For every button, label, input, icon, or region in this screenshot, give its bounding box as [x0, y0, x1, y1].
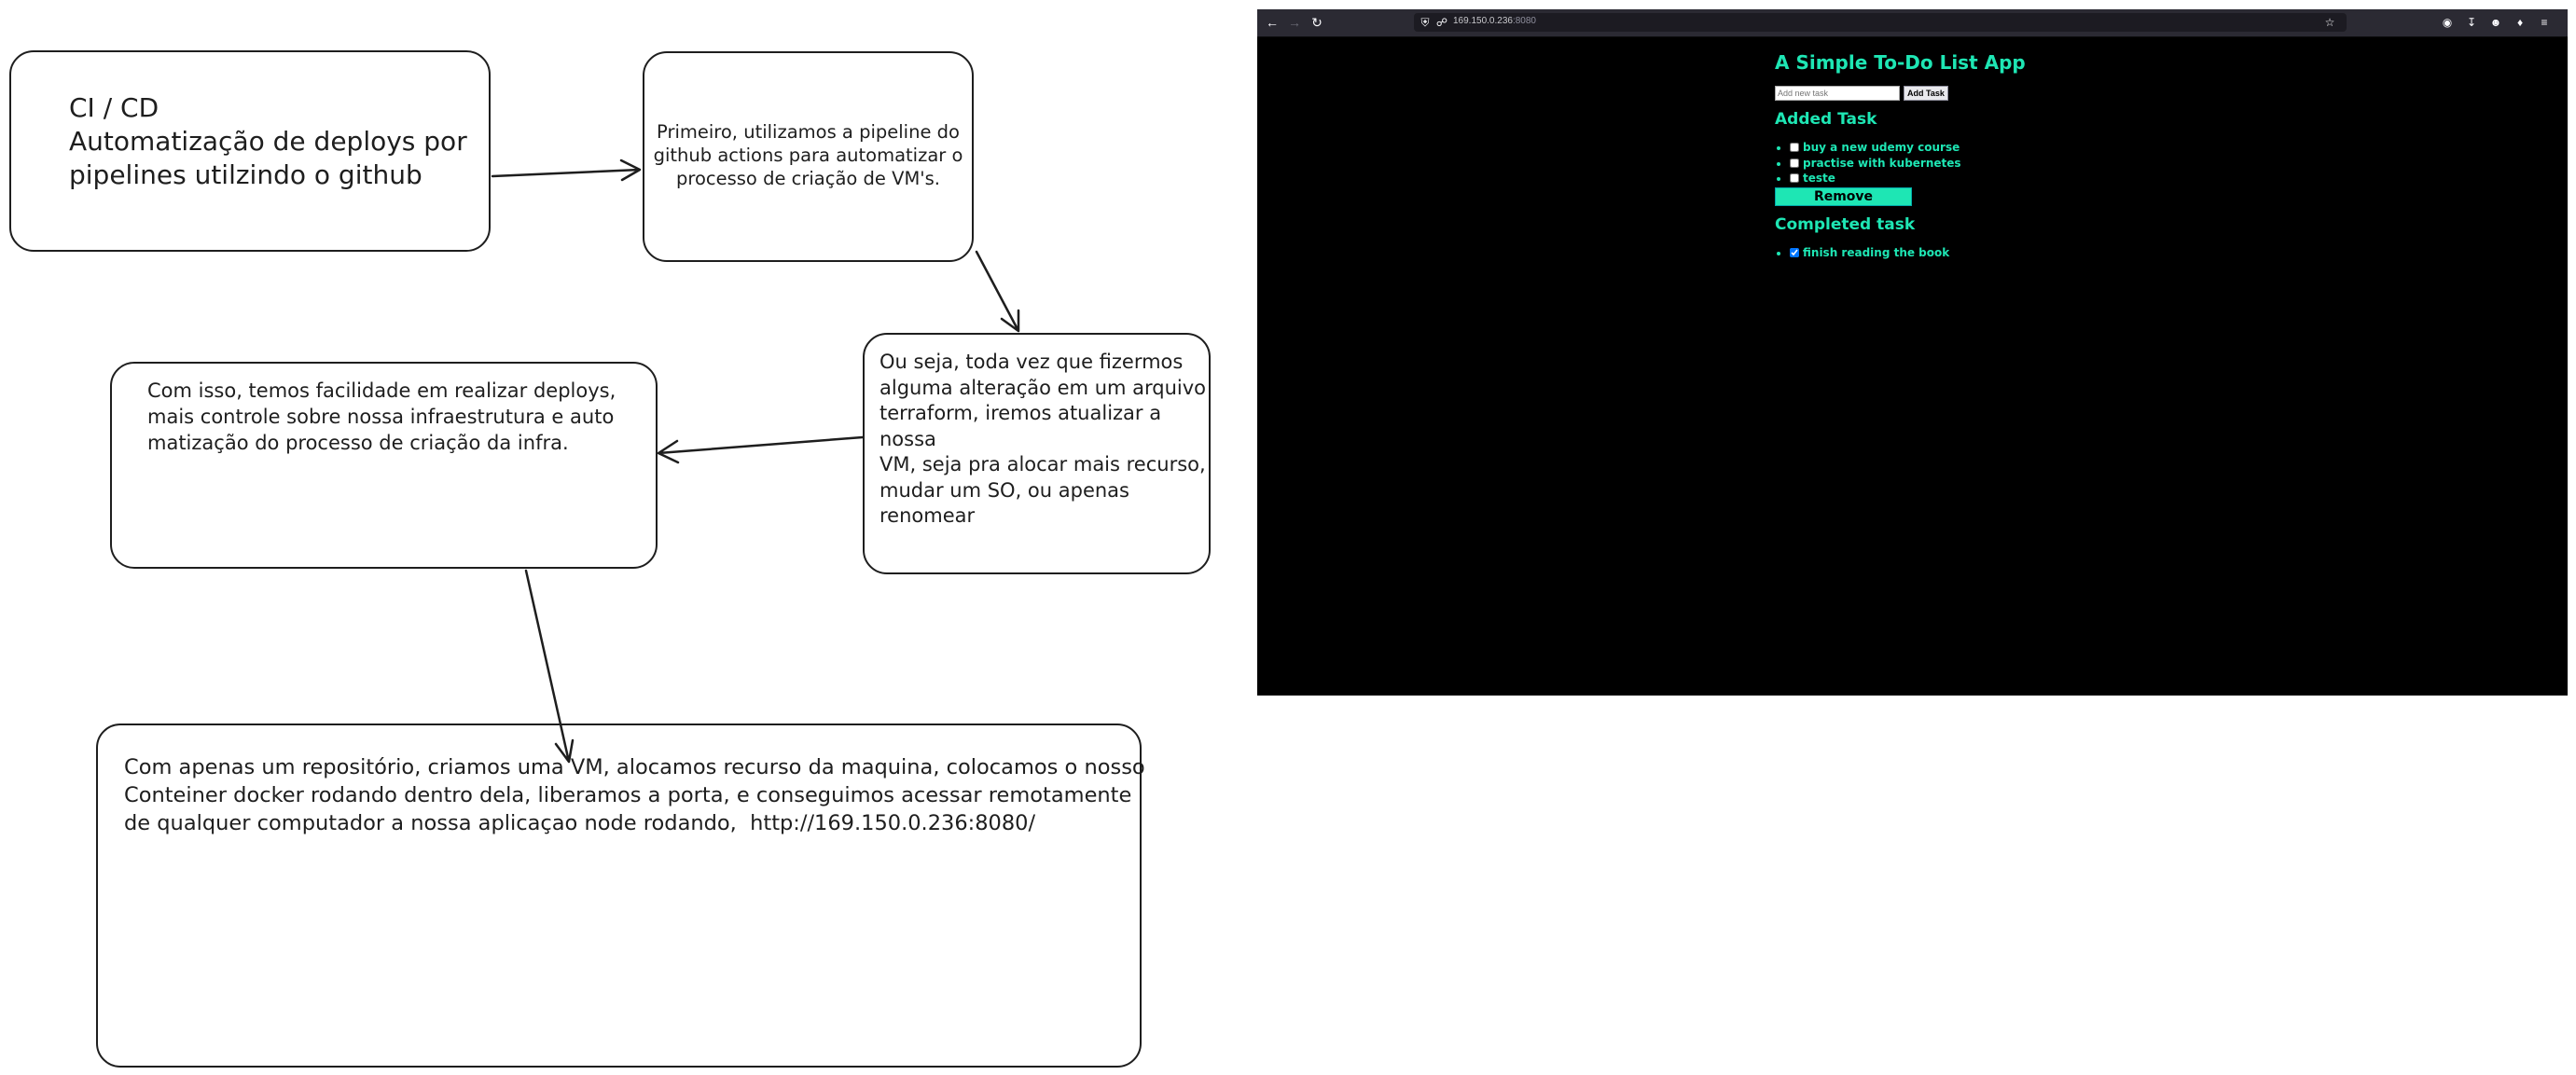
task-label: finish reading the book [1803, 245, 1950, 259]
shield-icon[interactable]: ⛨ [1418, 15, 1433, 30]
url-bar[interactable]: ⛨ ☍ 169.150.0.236:8080 ☆ [1414, 13, 2347, 32]
task-checkbox[interactable] [1790, 173, 1799, 183]
task-label: teste [1803, 172, 1835, 185]
added-task-list: buy a new udemy course practise with kub… [1775, 140, 2026, 186]
todo-app: A Simple To-Do List App Add Task Added T… [1775, 51, 2026, 260]
lock-icon[interactable]: ☍ [1434, 15, 1449, 30]
arrow-right-icon[interactable]: → [1285, 13, 1304, 32]
task-label: practise with kubernetes [1803, 156, 1961, 170]
menu-icon[interactable]: ≡ [2537, 15, 2552, 30]
arrow-box4-to-box5 [524, 569, 575, 764]
arrow-left-icon[interactable]: ← [1263, 13, 1281, 32]
add-task-button[interactable]: Add Task [1904, 86, 1948, 101]
browser-window: ← → ↻ ⛨ ☍ 169.150.0.236:8080 ☆ ◉ ↧ ☻ ♦ ≡… [1257, 9, 2568, 696]
task-checkbox[interactable] [1790, 158, 1799, 168]
list-item: teste [1790, 171, 2026, 186]
new-task-input[interactable] [1775, 86, 1900, 101]
account-icon[interactable]: ☻ [2488, 15, 2503, 30]
reload-icon[interactable]: ↻ [1308, 13, 1326, 32]
arrow-box2-to-box3 [975, 250, 1020, 333]
pocket-icon[interactable]: ◉ [2440, 15, 2455, 30]
task-checkbox[interactable] [1790, 143, 1799, 152]
star-icon[interactable]: ☆ [2322, 15, 2337, 30]
download-icon[interactable]: ↧ [2464, 15, 2479, 30]
task-label: buy a new udemy course [1803, 141, 1960, 154]
arrow-box3-to-box4 [657, 435, 865, 464]
browser-toolbar: ← → ↻ ⛨ ☍ 169.150.0.236:8080 ☆ ◉ ↧ ☻ ♦ ≡ [1257, 9, 2568, 37]
arrow-box1-to-box2 [491, 158, 642, 182]
remove-button[interactable]: Remove [1775, 186, 1912, 206]
app-title: A Simple To-Do List App [1775, 51, 2026, 74]
task-checkbox[interactable] [1790, 247, 1799, 257]
list-item: finish reading the book [1790, 245, 2026, 261]
added-task-heading: Added Task [1775, 110, 1877, 129]
extensions-icon[interactable]: ♦ [2513, 15, 2528, 30]
completed-task-heading: Completed task [1775, 214, 1916, 234]
list-item: practise with kubernetes [1790, 156, 2026, 172]
url-text: 169.150.0.236:8080 [1453, 16, 1536, 26]
list-item: buy a new udemy course [1790, 140, 2026, 156]
completed-task-list: finish reading the book [1775, 245, 2026, 261]
